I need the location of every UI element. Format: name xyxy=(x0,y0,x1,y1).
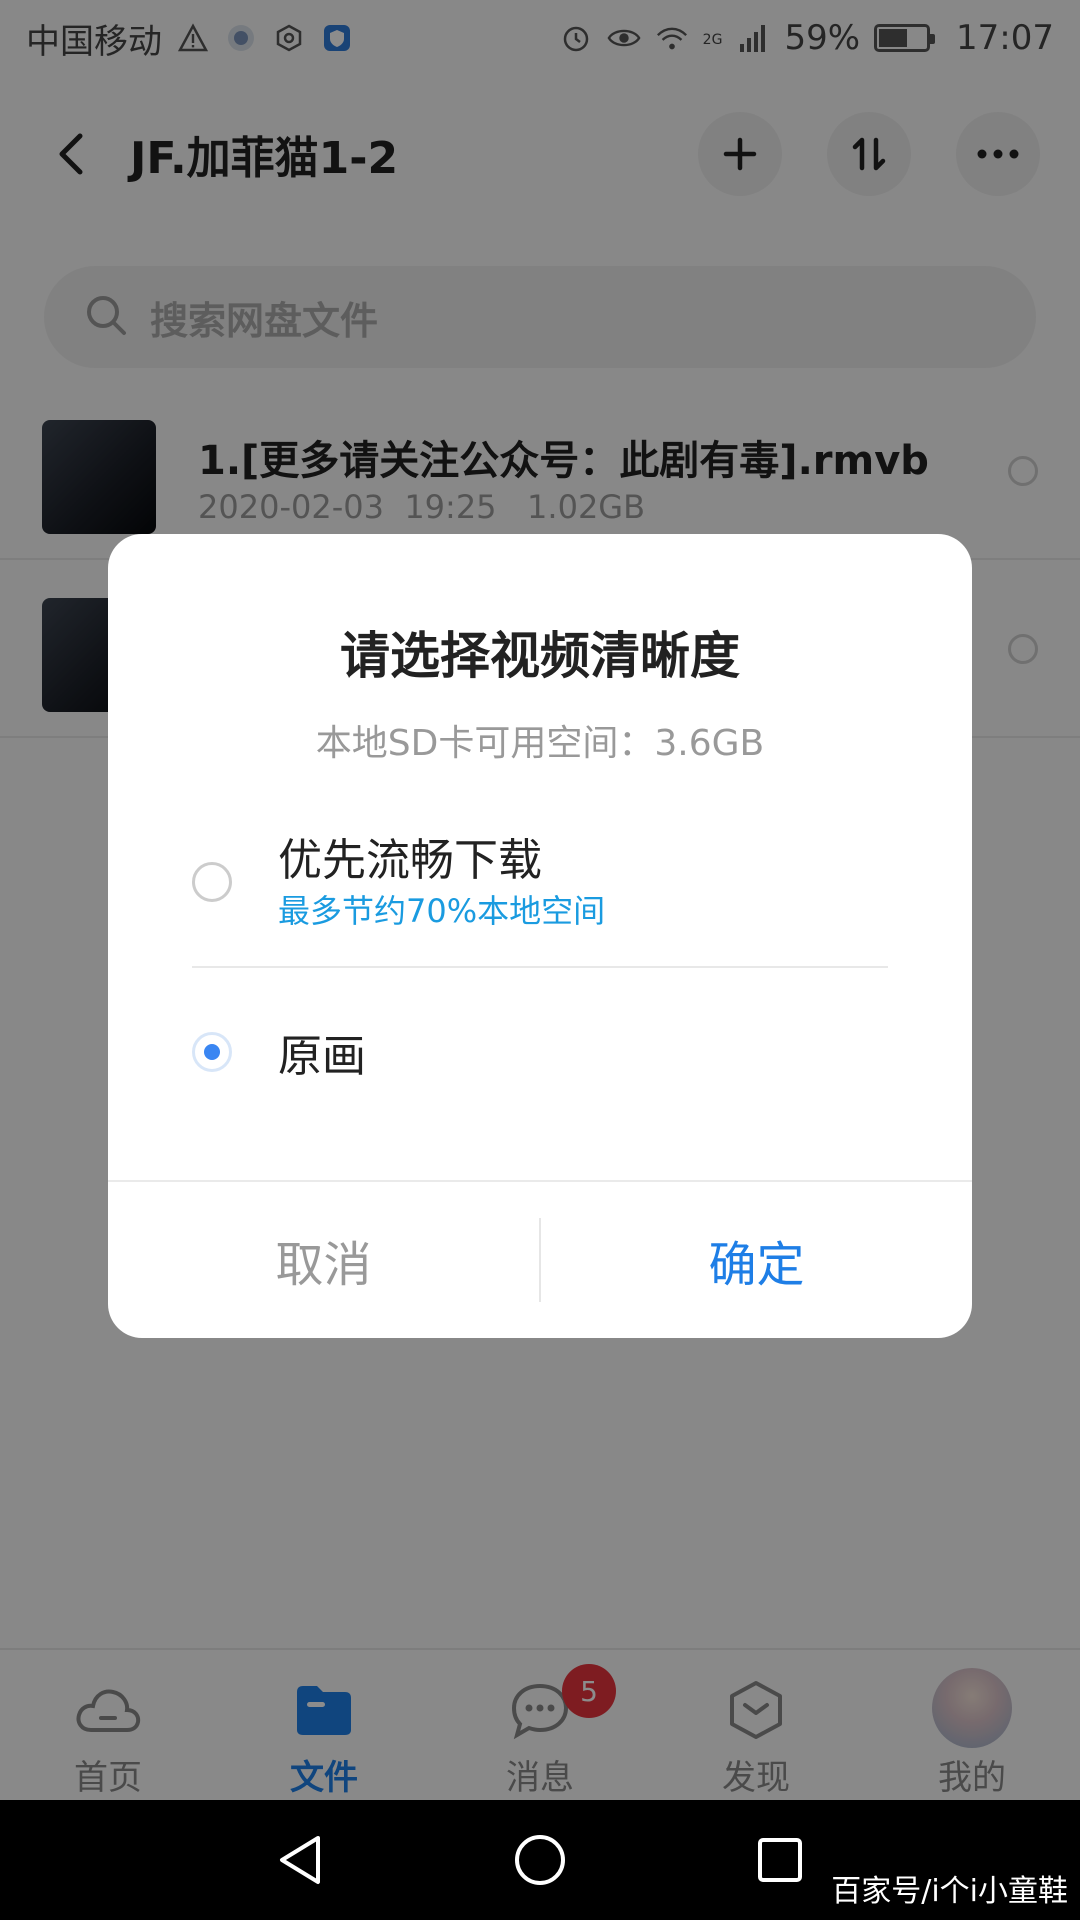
option-label: 优先流畅下载 xyxy=(278,835,542,886)
quality-dialog: 请选择视频清晰度 本地SD卡可用空间：3.6GB 优先流畅下载 最多节约70%本… xyxy=(108,534,972,1338)
option-radio-selected[interactable] xyxy=(192,1032,232,1072)
confirm-button[interactable]: 确定 xyxy=(541,1182,972,1338)
option-smooth[interactable]: 优先流畅下载 最多节约70%本地空间 xyxy=(192,824,888,944)
nav-home-icon[interactable] xyxy=(510,1830,570,1890)
option-original[interactable]: 原画 xyxy=(192,1014,888,1104)
nav-recents-icon[interactable] xyxy=(750,1830,810,1890)
cancel-button[interactable]: 取消 xyxy=(108,1182,539,1338)
option-desc: 最多节约70%本地空间 xyxy=(278,892,606,930)
system-nav-bar: 百家号/i个i小童鞋 xyxy=(0,1800,1080,1920)
watermark: 百家号/i个i小童鞋 xyxy=(831,1874,1068,1909)
dialog-title: 请选择视频清晰度 xyxy=(340,627,740,685)
dialog-buttons: 取消 确定 xyxy=(108,1180,972,1338)
nav-back-icon[interactable] xyxy=(270,1830,330,1890)
option-radio[interactable] xyxy=(192,862,232,902)
dialog-subtitle: 本地SD卡可用空间：3.6GB xyxy=(315,723,765,764)
option-label: 原画 xyxy=(278,1031,366,1082)
option-divider xyxy=(192,966,888,968)
